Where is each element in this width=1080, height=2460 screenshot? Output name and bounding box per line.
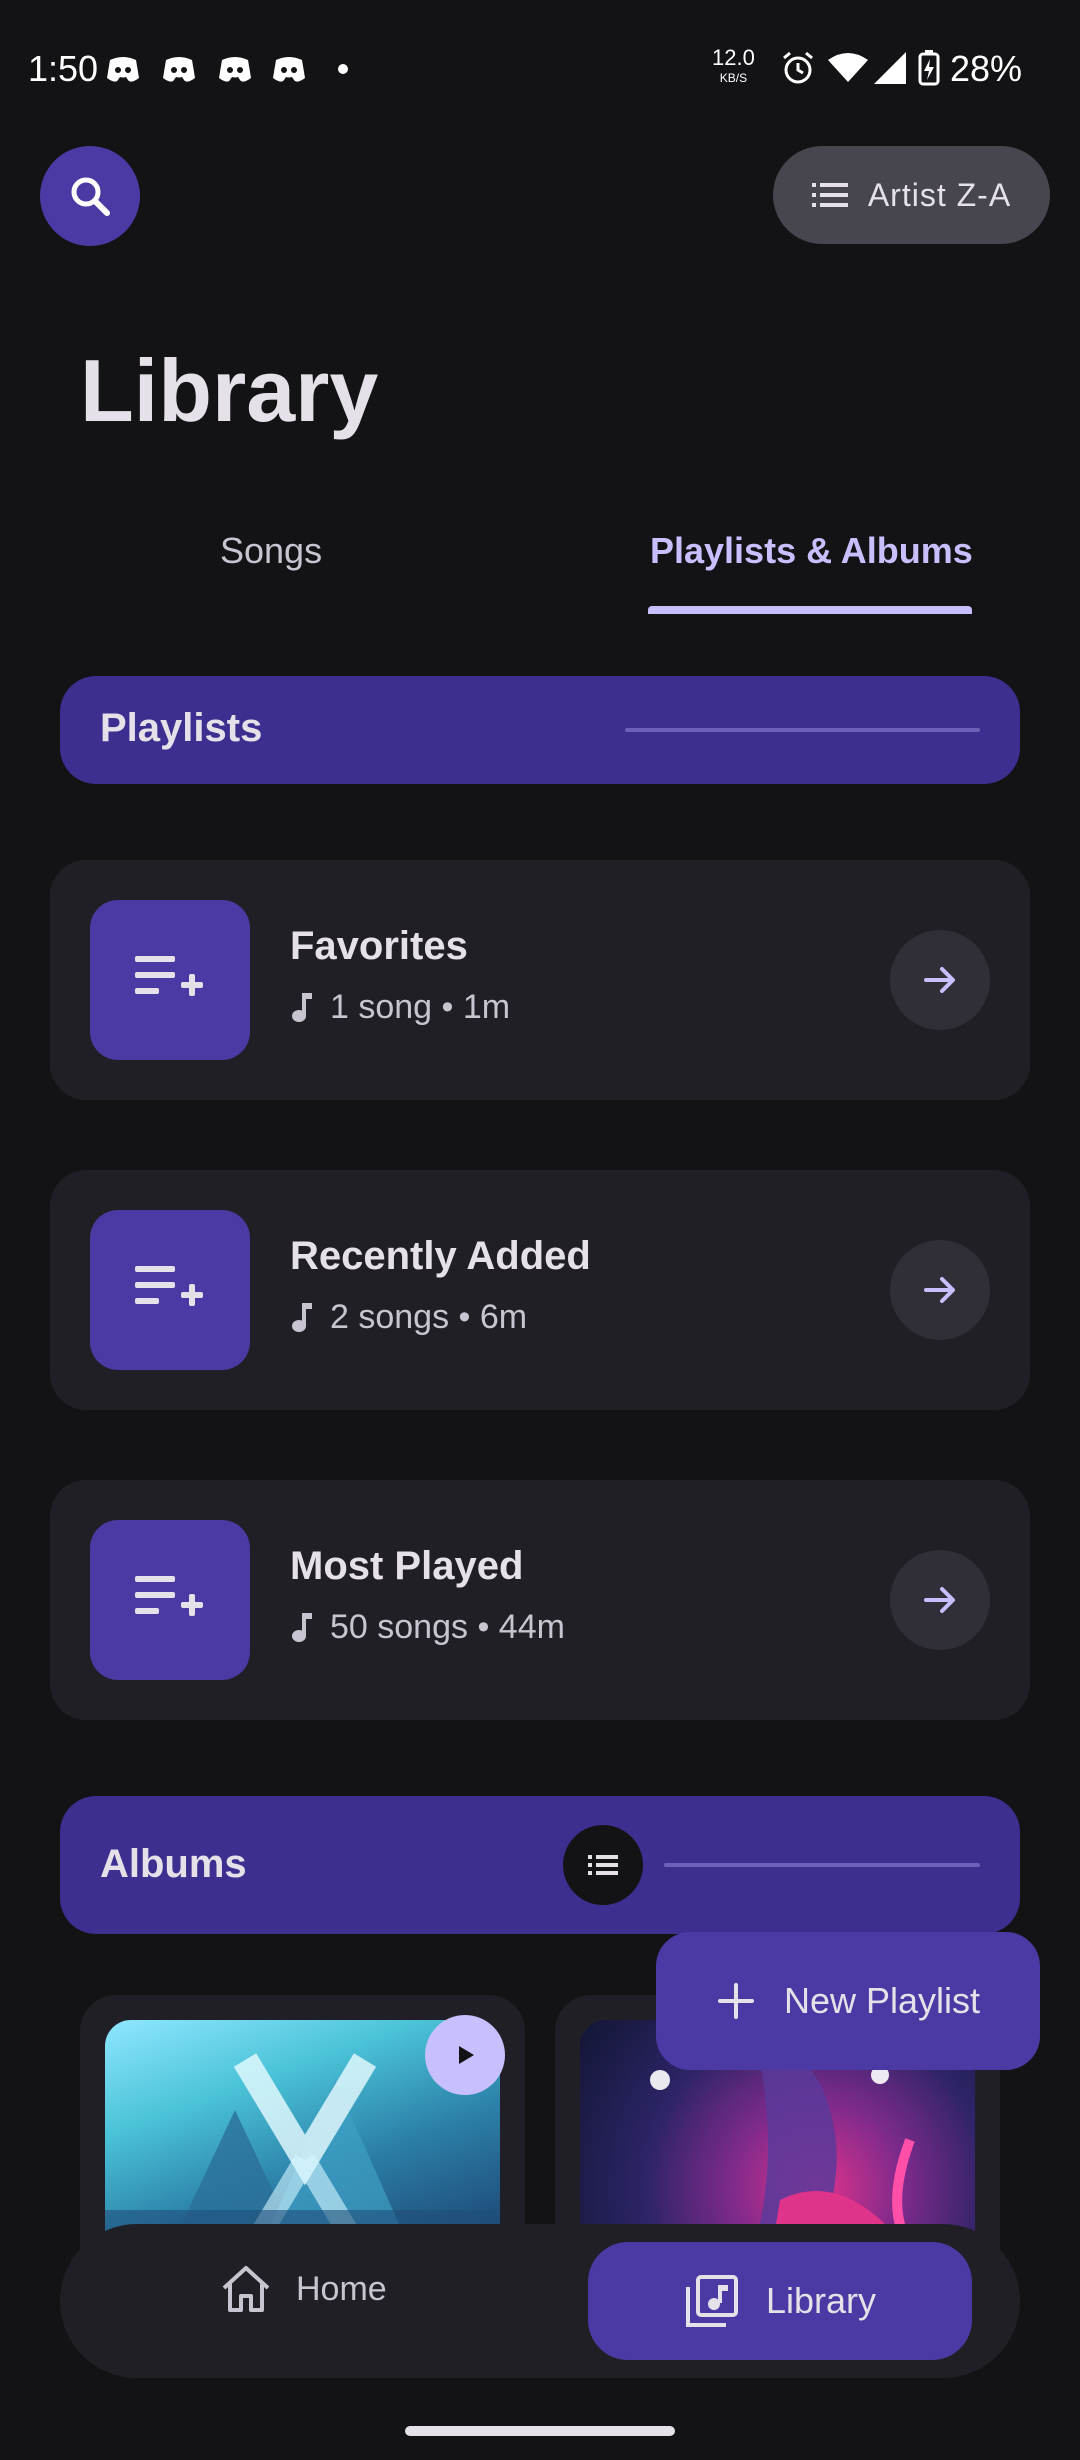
arrow-right-icon [924,1587,955,1613]
discord-icon [163,57,195,82]
discord-icon [273,57,305,82]
list-icon [811,183,848,207]
nav-home[interactable]: Home [220,2264,387,2314]
playlist-add-icon [135,1266,203,1306]
open-playlist-button[interactable] [890,1240,990,1340]
playlist-meta-text: 2 songs • 6m [330,1298,528,1336]
album-card[interactable] [80,1995,525,2255]
playlists-section-label: Playlists [100,706,263,750]
nav-library[interactable]: Library [588,2242,972,2360]
playlist-add-icon [135,956,203,996]
library-music-icon [685,2275,738,2327]
list-icon [588,1855,618,1875]
network-speed-unit: KB/S [719,71,748,85]
playlist-thumbnail [90,1210,250,1370]
alarm-icon [783,51,813,84]
playlist-add-icon [135,1576,203,1616]
tab-playlists-albums[interactable]: Playlists & Albums [650,530,973,572]
page-title: Library [80,341,379,440]
signal-icon [874,52,906,84]
new-playlist-button[interactable]: New Playlist [656,1932,1040,2070]
tab-indicator [648,606,972,614]
bottom-navigation: Home Library [60,2224,1020,2378]
playlist-meta: 50 songs • 44m [290,1608,565,1647]
open-playlist-button[interactable] [890,1550,990,1650]
playlist-thumbnail [90,1520,250,1680]
wifi-icon [828,53,868,82]
battery-charging-icon [918,50,940,86]
network-speed: 12.0 KB/S [712,45,755,88]
search-icon [71,177,110,216]
home-icon [222,2266,270,2312]
album-view-toggle-button[interactable] [563,1825,643,1905]
playlist-meta-text: 50 songs • 44m [330,1608,565,1646]
arrow-right-icon [924,1277,955,1303]
discord-icon [107,57,139,82]
playlist-card-recently-added[interactable]: Recently Added 2 songs • 6m [50,1170,1030,1410]
open-playlist-button[interactable] [890,930,990,1030]
more-notifications-dot [338,64,348,74]
new-playlist-label: New Playlist [783,1980,981,2021]
network-speed-value: 12.0 [712,45,755,70]
play-album-button[interactable] [425,2015,505,2095]
playlist-name: Most Played [290,1544,524,1588]
playlists-section-header: Playlists [60,676,1020,784]
nav-home-label: Home [296,2269,387,2308]
playlist-meta-text: 1 song • 1m [330,988,511,1026]
plus-icon [717,1983,754,2019]
discord-icon [219,57,251,82]
music-note-icon [292,992,312,1022]
nav-library-label: Library [765,2280,877,2321]
battery-percentage: 28% [950,48,1023,89]
arrow-right-icon [924,967,955,993]
search-button[interactable] [40,146,140,246]
play-icon [459,2046,474,2064]
tab-songs[interactable]: Songs [220,530,322,572]
playlist-meta: 2 songs • 6m [290,1298,527,1337]
albums-section-header: Albums [60,1796,1020,1934]
playlist-name: Recently Added [290,1234,591,1278]
section-divider [664,1863,980,1867]
albums-section-label: Albums [100,1842,247,1886]
status-bar: 1:50 12.0 KB/S 28% [0,0,1080,140]
playlist-card-most-played[interactable]: Most Played 50 songs • 44m [50,1480,1030,1720]
music-note-icon [292,1612,312,1642]
music-note-icon [292,1302,312,1332]
playlist-name: Favorites [290,924,468,968]
sort-button[interactable]: Artist Z-A [773,146,1050,244]
section-divider [625,728,980,732]
gesture-home-indicator[interactable] [405,2426,675,2436]
sort-label: Artist Z-A [867,176,1012,213]
status-time: 1:50 [28,48,99,89]
playlist-card-favorites[interactable]: Favorites 1 song • 1m [50,860,1030,1100]
playlist-thumbnail [90,900,250,1060]
playlist-meta: 1 song • 1m [290,988,510,1027]
